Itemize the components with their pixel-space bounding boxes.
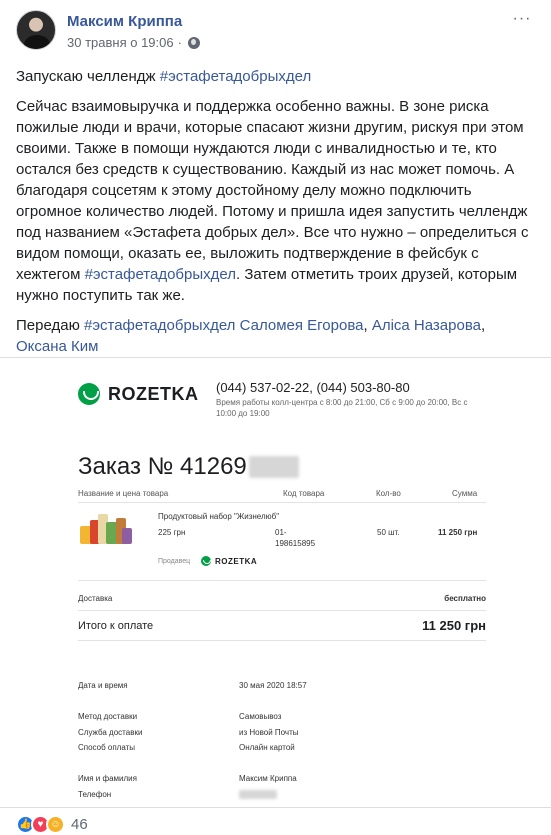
blurred-phone xyxy=(239,790,277,799)
seller-logo: ROZETKA xyxy=(201,556,257,566)
receipt-hours: Время работы колл-центра с 8:00 до 21:00… xyxy=(216,398,468,418)
post-text: Запускаю челлендж #эстафетадобрыхдел Сей… xyxy=(16,66,536,366)
author-name[interactable]: Максим Криппа xyxy=(67,13,182,30)
divider xyxy=(78,640,486,641)
blurred-digits xyxy=(248,456,299,478)
product-price: 225 грн xyxy=(158,528,186,537)
meta-separator: · xyxy=(177,35,182,50)
info-value-delivery-service: из Новой Почты xyxy=(239,728,299,737)
order-number: Заказ № 41269 xyxy=(78,453,299,481)
hashtag-link[interactable]: #эстафетадобрыхдел xyxy=(84,317,235,334)
care-icon[interactable]: ☺ xyxy=(46,815,65,834)
info-label-datetime: Дата и время xyxy=(78,681,128,690)
info-label-delivery-service: Служба доставки xyxy=(78,728,143,737)
product-qty: 50 шт. xyxy=(377,528,400,537)
total-label: Итого к оплате xyxy=(78,620,154,632)
mention-link[interactable]: Оксана Ким xyxy=(16,338,98,355)
info-value-name: Максим Криппа xyxy=(239,774,297,783)
header-qty: Кол-во xyxy=(376,489,401,498)
mention-link[interactable]: Саломея Егорова xyxy=(240,317,364,334)
separator: , xyxy=(480,317,486,334)
rozetka-logo-text: ROZETKA xyxy=(108,383,199,404)
globe-icon[interactable] xyxy=(187,36,200,49)
reaction-count[interactable]: 46 xyxy=(71,816,88,833)
info-label-payment: Способ оплаты xyxy=(78,743,136,752)
divider xyxy=(78,580,486,581)
reactions-bar[interactable]: 👍 ♥ ☺ 46 xyxy=(16,815,88,834)
info-label-phone: Телефон xyxy=(78,790,112,799)
product-code-1: 01- xyxy=(275,528,287,537)
divider xyxy=(78,610,486,611)
delivery-label: Доставка xyxy=(78,594,113,603)
header-sum: Сумма xyxy=(452,489,478,498)
info-value-delivery-method: Самовывоз xyxy=(239,712,282,721)
post-meta: 30 травня о 19:06 · xyxy=(67,35,200,50)
post-main-paragraph: Сейчас взаимовыручка и поддержка особенн… xyxy=(16,96,536,306)
info-value-datetime: 30 мая 2020 18:57 xyxy=(239,681,307,690)
info-label-delivery-method: Метод доставки xyxy=(78,712,138,721)
receipt-image[interactable]: ROZETKA (044) 537-02-22, (044) 503-80-80… xyxy=(0,357,551,808)
hashtag-link[interactable]: #эстафетадобрыхдел xyxy=(160,68,311,85)
product-code-2: 198615895 xyxy=(275,539,316,548)
main-text: Сейчас взаимовыручка и поддержка особенн… xyxy=(16,98,529,283)
receipt-phones: (044) 537-02-22, (044) 503-80-80 xyxy=(216,380,410,395)
rozetka-logo-icon xyxy=(78,383,100,405)
order-title: Заказ № 41269 xyxy=(78,453,247,480)
avatar[interactable] xyxy=(16,10,56,50)
product-image xyxy=(80,510,132,546)
post-pass-paragraph: Передаю #эстафетадобрыхдел Саломея Егоро… xyxy=(16,315,536,357)
header-code: Код товара xyxy=(283,489,325,498)
product-name: Продуктовый набор "Жизнелюб" xyxy=(158,512,280,521)
header-name: Название и цена товара xyxy=(78,489,169,498)
seller-label: Продавец xyxy=(158,558,191,565)
post-date[interactable]: 30 травня о 19:06 xyxy=(67,35,174,50)
divider xyxy=(78,502,486,503)
intro-text: Запускаю челлендж xyxy=(16,68,160,85)
info-value-payment: Онлайн картой xyxy=(239,743,295,752)
pass-text: Передаю xyxy=(16,317,84,334)
rozetka-logo: ROZETKA xyxy=(78,383,199,405)
info-label-name: Имя и фамилия xyxy=(78,774,137,783)
hashtag-link[interactable]: #эстафетадобрыхдел xyxy=(85,266,236,283)
seller-logo-text: ROZETKA xyxy=(215,556,258,566)
post-intro: Запускаю челлендж #эстафетадобрыхдел xyxy=(16,66,536,87)
product-sum: 11 250 грн xyxy=(438,528,478,537)
post-header: Максим Криппа 30 травня о 19:06 · ··· xyxy=(16,10,536,58)
mention-link[interactable]: Аліса Назарова xyxy=(372,317,481,334)
separator: , xyxy=(363,317,372,334)
rozetka-logo-icon xyxy=(201,556,211,566)
total-value: 11 250 грн xyxy=(422,618,486,633)
delivery-value: бесплатно xyxy=(444,594,486,603)
more-options-button[interactable]: ··· xyxy=(508,10,536,34)
